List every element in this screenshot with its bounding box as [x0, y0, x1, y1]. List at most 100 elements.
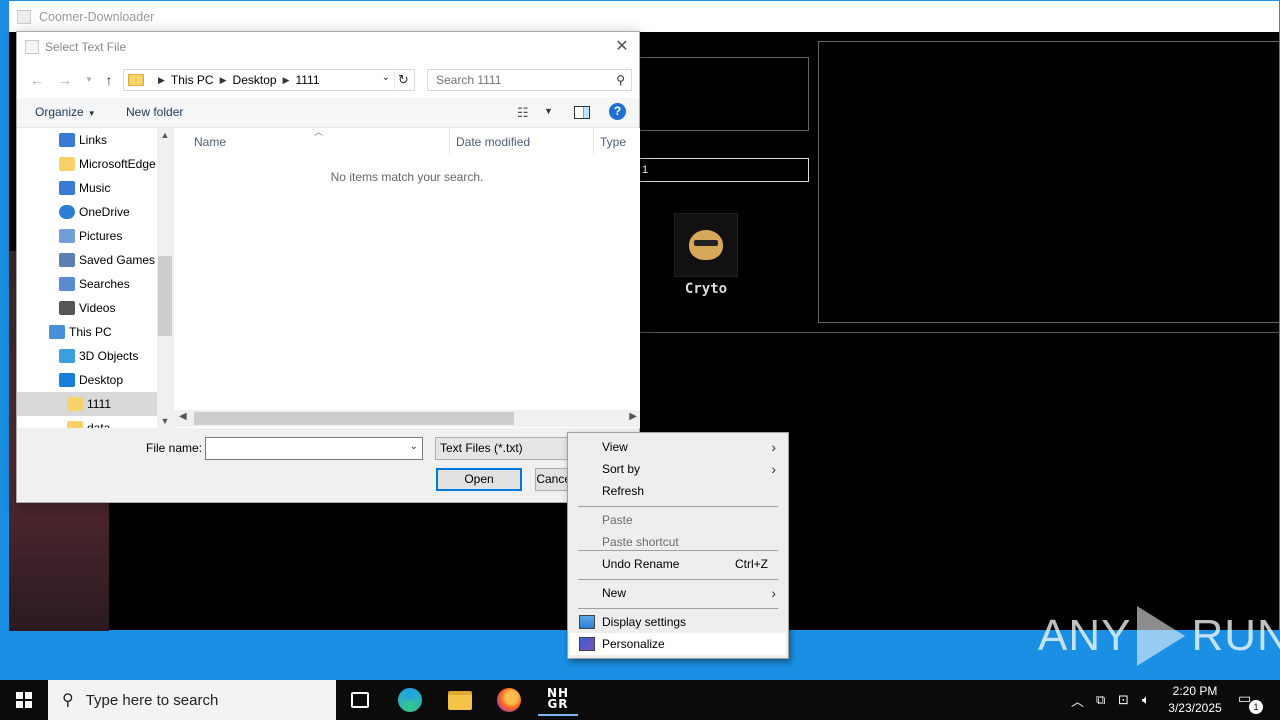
- task-view-icon: [351, 692, 369, 708]
- file-type-select[interactable]: Text Files (*.txt): [435, 437, 575, 460]
- tree-item-label: MicrosoftEdge: [79, 157, 156, 171]
- tree-item-searches[interactable]: Searches: [17, 272, 173, 296]
- organize-button[interactable]: Organize ▼: [35, 105, 96, 119]
- chevron-down-icon[interactable]: ⌄: [382, 72, 390, 83]
- menu-item-sort-by[interactable]: Sort by ›: [570, 458, 786, 480]
- scroll-left-icon[interactable]: ◀: [179, 411, 187, 422]
- breadcrumb-desktop[interactable]: Desktop: [233, 73, 277, 87]
- menu-item-display-settings[interactable]: Display settings: [570, 611, 786, 633]
- app-text-input[interactable]: 1: [639, 158, 809, 182]
- tree-item-label: OneDrive: [79, 205, 130, 219]
- scroll-up-icon[interactable]: ▲: [157, 130, 173, 140]
- open-button[interactable]: Open: [436, 468, 522, 491]
- cryto-card[interactable]: [674, 213, 738, 277]
- dialog-titlebar[interactable]: Select Text File ✕: [17, 32, 639, 62]
- scroll-right-icon[interactable]: ▶: [629, 411, 637, 422]
- file-name-input[interactable]: [206, 438, 402, 459]
- search-icon: ⚲: [62, 692, 74, 709]
- file-explorer-button[interactable]: [440, 684, 480, 716]
- scroll-down-icon[interactable]: ▼: [157, 416, 173, 426]
- column-date-modified[interactable]: Date modified: [450, 128, 594, 154]
- menu-item-label: View: [602, 440, 628, 454]
- file-list[interactable]: Name ︿ Date modified Type No items match…: [174, 127, 640, 428]
- task-view-button[interactable]: [340, 684, 380, 716]
- tree-item-videos[interactable]: Videos: [17, 296, 173, 320]
- watermark-left: ANY: [1038, 611, 1132, 660]
- menu-item-undo-rename[interactable]: Undo Rename Ctrl+Z: [570, 553, 786, 575]
- file-name-label: File name:: [146, 441, 203, 455]
- menu-item-label: Paste: [602, 513, 633, 527]
- search-icon[interactable]: ⚲: [616, 73, 625, 87]
- menu-separator: [578, 608, 778, 609]
- file-name-combo[interactable]: ⌄: [205, 437, 423, 460]
- breadcrumb-1111[interactable]: 1111: [295, 73, 319, 87]
- meet-now-icon[interactable]: ⧉: [1096, 680, 1105, 720]
- scroll-thumb[interactable]: [194, 412, 514, 425]
- start-button[interactable]: [0, 680, 48, 720]
- preview-pane-icon[interactable]: [574, 106, 590, 119]
- tree-item-pictures[interactable]: Pictures: [17, 224, 173, 248]
- horizontal-scrollbar[interactable]: ◀ ▶: [174, 410, 640, 427]
- folder-icon: [67, 421, 83, 428]
- search-box[interactable]: ⚲: [427, 69, 632, 91]
- folder-icon: [448, 690, 472, 710]
- cryto-label: Cryto: [684, 281, 728, 297]
- column-type[interactable]: Type: [594, 128, 640, 154]
- tree-item-label: Links: [79, 133, 108, 147]
- tree-item-this-pc[interactable]: This PC: [17, 320, 173, 344]
- taskbar-search[interactable]: ⚲ Type here to search: [48, 680, 336, 720]
- tree-item-music[interactable]: Music: [17, 176, 173, 200]
- chevron-right-icon[interactable]: ▶: [220, 75, 227, 86]
- display-icon: [579, 615, 595, 629]
- close-icon[interactable]: ✕: [613, 38, 631, 56]
- tree-item-data[interactable]: data: [17, 416, 173, 428]
- chevron-down-icon[interactable]: ⌄: [410, 441, 418, 452]
- tree-item-1111[interactable]: 1111: [17, 392, 173, 416]
- tree-item-links[interactable]: Links: [17, 128, 173, 152]
- chevron-right-icon[interactable]: ▶: [158, 75, 165, 86]
- forward-icon[interactable]: →: [55, 72, 75, 88]
- tree-item-3d-objects[interactable]: 3D Objects: [17, 344, 173, 368]
- network-icon[interactable]: ⊡: [1118, 680, 1129, 720]
- tree-item-saved-games[interactable]: Saved Games: [17, 248, 173, 272]
- view-options-icon[interactable]: ☷: [517, 105, 529, 121]
- edge-button[interactable]: [390, 684, 430, 716]
- dialog-toolbar: Organize ▼ New folder ☷ ▼ ?: [17, 98, 639, 128]
- app-titlebar[interactable]: Coomer-Downloader: [9, 1, 1279, 32]
- menu-item-label: Display settings: [602, 615, 687, 629]
- menu-item-view[interactable]: View ›: [570, 436, 786, 458]
- back-icon[interactable]: ←: [27, 72, 47, 88]
- address-bar[interactable]: ▶ This PC ▶ Desktop ▶ 1111 ⌄ ↻: [123, 69, 415, 91]
- notification-badge: 1: [1249, 700, 1263, 714]
- help-icon[interactable]: ?: [609, 103, 626, 120]
- menu-item-label: Paste shortcut: [602, 535, 679, 549]
- search-input[interactable]: [428, 70, 608, 90]
- tree-item-microsoftedge[interactable]: MicrosoftEdge: [17, 152, 173, 176]
- tree-item-desktop[interactable]: Desktop: [17, 368, 173, 392]
- recent-locations-icon[interactable]: ▼: [79, 72, 99, 88]
- up-icon[interactable]: ↑: [99, 72, 119, 88]
- volume-icon[interactable]: 🔈︎: [1142, 680, 1150, 720]
- scroll-thumb[interactable]: [158, 256, 172, 336]
- menu-item-personalize[interactable]: Personalize: [570, 633, 786, 655]
- clock-date: 3/23/2025: [1168, 701, 1222, 715]
- chevron-right-icon[interactable]: ▶: [283, 75, 290, 86]
- nhgr-icon: NH GR: [546, 686, 570, 711]
- menu-item-refresh[interactable]: Refresh: [570, 480, 786, 502]
- new-folder-button[interactable]: New folder: [126, 105, 183, 119]
- tree-item-label: Videos: [79, 301, 116, 315]
- show-hidden-icons[interactable]: ︿: [1071, 680, 1084, 720]
- video-icon: [59, 301, 75, 315]
- menu-item-new[interactable]: New ›: [570, 582, 786, 604]
- personalize-icon: [579, 637, 595, 651]
- refresh-icon[interactable]: ↻: [394, 71, 412, 89]
- tree-scrollbar[interactable]: ▲ ▼: [157, 128, 173, 428]
- tree-item-onedrive[interactable]: OneDrive: [17, 200, 173, 224]
- caret-down-icon[interactable]: ▼: [544, 106, 553, 116]
- caret-down-icon: ▼: [87, 109, 96, 118]
- clock[interactable]: 2:20 PM 3/23/2025: [1160, 683, 1230, 717]
- firefox-button[interactable]: [489, 684, 529, 716]
- coomer-downloader-taskbar-button[interactable]: NH GR: [538, 684, 578, 716]
- breadcrumb-this-pc[interactable]: This PC: [171, 73, 214, 87]
- menu-item-paste-shortcut: Paste shortcut: [570, 531, 786, 553]
